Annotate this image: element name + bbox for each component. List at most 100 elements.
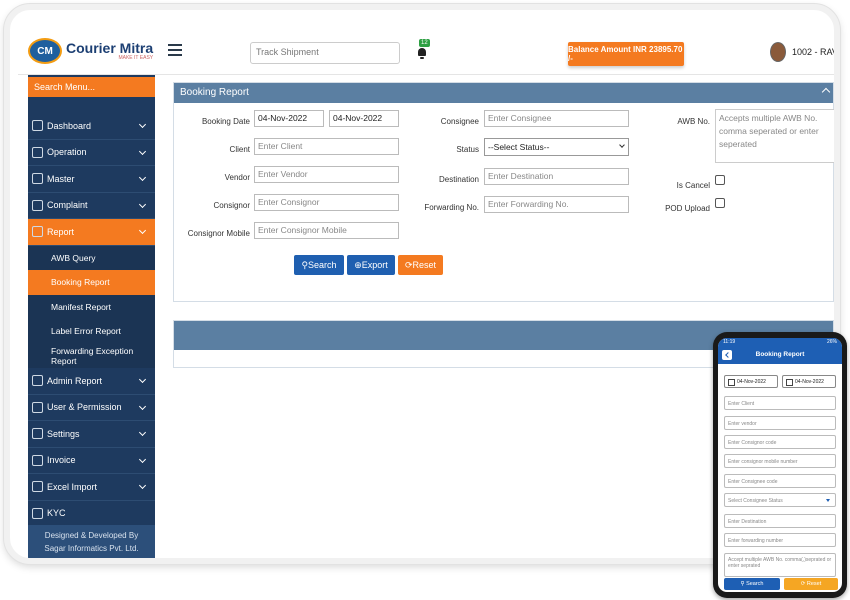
user-name[interactable]: 1002 - RAVI P — [792, 47, 834, 57]
phone-vendor-input[interactable]: Enter vendor — [724, 416, 836, 430]
submenu-awb-query[interactable]: AWB Query — [28, 245, 155, 270]
chevron-down-icon — [138, 200, 147, 208]
sidebar-item-complaint[interactable]: Complaint — [28, 193, 155, 219]
phone-search-button[interactable]: ⚲ Search — [724, 578, 780, 590]
date-from-input[interactable]: 04-Nov-2022 — [254, 110, 324, 127]
reset-button[interactable]: ⟳ Reset — [398, 255, 443, 275]
search-button-label: Search — [308, 260, 337, 270]
menu-toggle-icon[interactable] — [168, 44, 182, 56]
phone-mockup: 11:19 26% Booking Report 04-Nov-2022 04-N… — [713, 332, 847, 598]
panel-title: Booking Report — [174, 83, 833, 103]
client-input[interactable]: Enter Client — [254, 138, 399, 155]
sidebar-item-label: Report — [47, 226, 75, 237]
awb-textarea[interactable]: Accepts multiple AWB No. comma seperated… — [715, 109, 834, 163]
sidebar-item-user-permission[interactable]: User & Permission — [28, 395, 155, 421]
forwarding-input[interactable]: Enter Forwarding No. — [484, 196, 629, 213]
avatar[interactable] — [770, 42, 786, 62]
submenu-label-error-report[interactable]: Label Error Report — [28, 319, 155, 344]
sidebar-item-label: Operation — [47, 147, 87, 158]
search-icon: ⚲ — [301, 259, 309, 270]
sidebar-item-label: Dashboard — [47, 120, 92, 131]
is-cancel-checkbox[interactable] — [715, 175, 725, 185]
search-menu-input[interactable]: Search Menu... — [28, 77, 155, 97]
logo-icon: CM — [28, 38, 62, 64]
brand-tagline: MAKE IT EASY — [118, 55, 154, 61]
phone-destination-input[interactable]: Enter Destination — [724, 514, 836, 528]
chevron-down-icon — [138, 402, 147, 410]
sidebar-item-operation[interactable]: Operation — [28, 140, 155, 166]
phone-status-placeholder: Select Consignee Status — [728, 498, 783, 504]
chevron-down-icon — [138, 173, 147, 182]
forwarding-label: Forwarding No. — [424, 203, 479, 212]
search-button[interactable]: ⚲ Search — [294, 255, 344, 275]
chevron-down-icon — [138, 120, 147, 129]
booking-date-label: Booking Date — [201, 117, 250, 126]
vendor-input[interactable]: Enter Vendor — [254, 166, 399, 183]
sidebar-item-label: Complaint — [47, 200, 88, 211]
track-shipment-input[interactable]: Track Shipment — [250, 42, 400, 64]
sidebar-item-label: Admin Report — [47, 375, 103, 386]
back-arrow-icon[interactable] — [722, 350, 732, 360]
sidebar-item-master[interactable]: Master — [28, 166, 155, 193]
pod-upload-checkbox[interactable] — [715, 198, 725, 208]
balance-button[interactable]: Balance Amount INR 23895.70 /- — [568, 42, 684, 66]
vendor-label: Vendor — [224, 173, 250, 182]
phone-screen: 11:19 26% Booking Report 04-Nov-2022 04-N… — [718, 338, 842, 592]
date-to-input[interactable]: 04-Nov-2022 — [329, 110, 399, 127]
sidebar-item-report[interactable]: Report — [28, 219, 155, 246]
consignor-input[interactable]: Enter Consignor — [254, 194, 399, 211]
consignor-label: Consignor — [213, 201, 250, 210]
page: CM Courier Mitra MAKE IT EASY Track Ship… — [0, 0, 850, 600]
sidebar-item-invoice[interactable]: Invoice — [28, 448, 155, 474]
chevron-down-icon — [138, 147, 147, 155]
export-button[interactable]: ⊕ Export — [347, 255, 395, 275]
id-card-icon — [32, 507, 43, 519]
destination-label: Destination — [438, 175, 479, 184]
submenu-booking-report[interactable]: Booking Report — [28, 270, 155, 295]
consignee-input[interactable]: Enter Consignee — [484, 110, 629, 127]
phone-title: Booking Report — [755, 351, 805, 358]
sidebar-item-dashboard[interactable]: Dashboard — [28, 113, 155, 140]
sidebar-item-kyc[interactable]: KYC — [28, 501, 155, 527]
reset-button-label: Reset — [412, 260, 437, 270]
phone-app-bar: Booking Report — [718, 346, 842, 364]
phone-date-from[interactable]: 04-Nov-2022 — [724, 375, 778, 388]
submenu-manifest-report[interactable]: Manifest Report — [28, 294, 155, 319]
brand-logo[interactable]: CM Courier Mitra MAKE IT EASY — [28, 38, 153, 64]
phone-consignee-code-input[interactable]: Enter Consignee code — [724, 474, 836, 488]
phone-forwarding-input[interactable]: Enter forwarding number — [724, 533, 836, 547]
consignee-label: Consignee — [440, 117, 479, 126]
database-icon — [32, 173, 43, 185]
sidebar-item-excel-import[interactable]: Excel Import — [28, 474, 155, 501]
awb-label: AWB No. — [677, 117, 710, 126]
footer-designed-by: Designed & Developed By — [44, 531, 139, 540]
destination-input[interactable]: Enter Destination — [484, 168, 629, 185]
sidebar-item-admin-report[interactable]: Admin Report — [28, 368, 155, 395]
sidebar-item-settings[interactable]: Settings — [28, 421, 155, 448]
phone-status-select[interactable]: Select Consignee Status — [724, 493, 836, 507]
brand-title: Courier Mitra — [66, 40, 154, 56]
is-cancel-label: Is Cancel — [676, 181, 710, 190]
consignor-mobile-input[interactable]: Enter Consignor Mobile — [254, 222, 399, 239]
phone-reset-button[interactable]: ⟳ Reset — [784, 578, 838, 590]
headset-icon — [32, 199, 43, 211]
phone-time: 11:19 — [723, 339, 736, 345]
client-label: Client — [229, 145, 250, 154]
phone-date-to[interactable]: 04-Nov-2022 — [782, 375, 836, 388]
phone-battery: 26% — [826, 339, 837, 345]
sidebar-footer: Designed & Developed By Sagar Informatic… — [28, 525, 155, 558]
bell-icon[interactable] — [416, 48, 428, 60]
sidebar-item-label: Master — [47, 173, 75, 184]
submenu-forwarding-exception-report[interactable]: Forwarding Exception Report — [28, 343, 155, 368]
export-button-label: Export — [361, 260, 388, 270]
phone-consignor-code-input[interactable]: Enter Consignor code — [724, 435, 836, 449]
sidebar-menu: Dashboard Operation Master Complaint Rep… — [28, 113, 155, 527]
chart-icon — [32, 375, 43, 387]
phone-consignor-mobile-input[interactable]: Enter consignor mobile number — [724, 454, 836, 468]
phone-awb-textarea[interactable]: Accept multiple AWB No. comma(,)seprated… — [724, 553, 836, 577]
status-select[interactable]: --Select Status-- — [484, 138, 629, 156]
dashboard-icon — [32, 120, 43, 132]
chevron-down-icon — [138, 455, 147, 463]
users-icon — [32, 401, 43, 413]
phone-client-input[interactable]: Enter Client — [724, 396, 836, 410]
